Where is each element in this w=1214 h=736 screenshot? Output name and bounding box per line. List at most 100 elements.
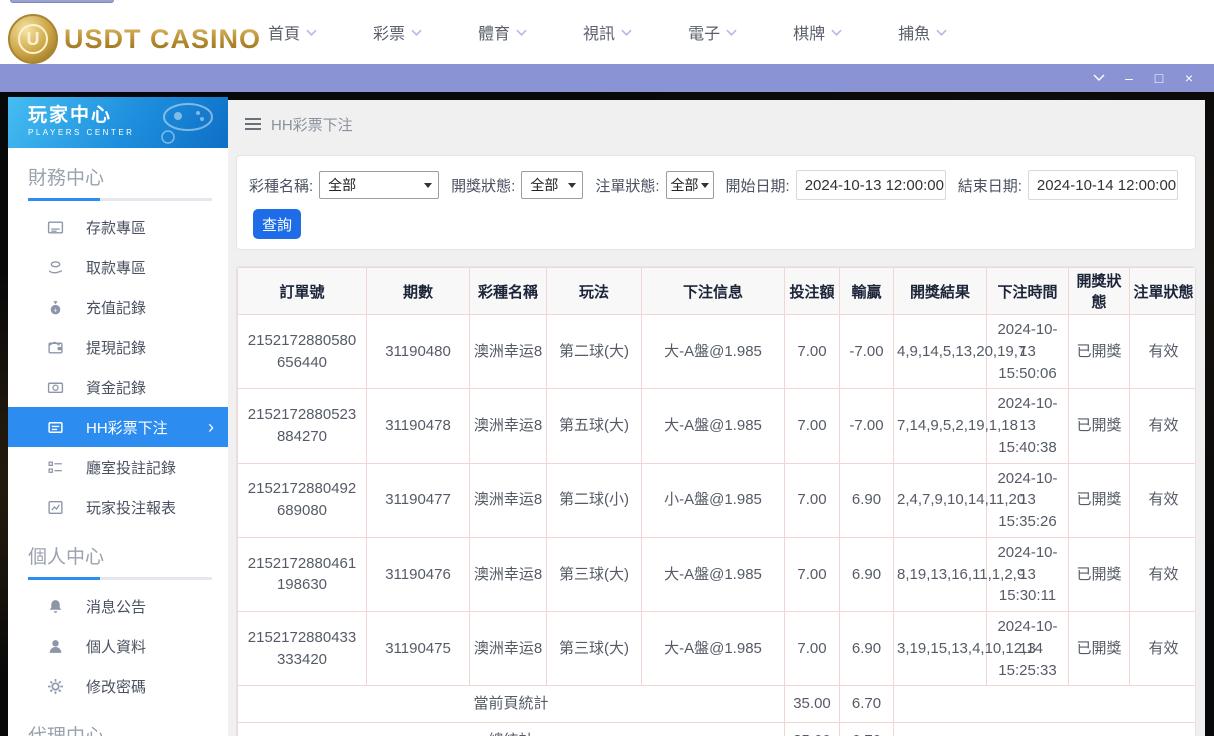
cell-bet: 大-A盤@1.985 <box>642 389 785 463</box>
cell-bet: 大-A盤@1.985 <box>642 537 785 611</box>
cell-play: 第二球(小) <box>547 463 642 537</box>
table-header-row: 訂單號 期數 彩種名稱 玩法 下注信息 投注額 輸贏 開獎結果 下注時間 開獎狀… <box>238 268 1197 315</box>
col-order-status: 注單狀態 <box>1130 268 1197 315</box>
cell-play: 第三球(大) <box>547 612 642 686</box>
sidebar-item-change-password[interactable]: 修改密碼 <box>8 666 228 706</box>
nav-item-lottery[interactable]: 彩票 <box>373 20 422 44</box>
nav-item-label: 彩票 <box>373 20 405 44</box>
nav-item-video[interactable]: 視訊 <box>583 20 632 44</box>
nav-item-board-games[interactable]: 棋牌 <box>793 20 842 44</box>
select-value: 全部 <box>328 175 356 195</box>
bets-table-card: 訂單號 期數 彩種名稱 玩法 下注信息 投注額 輸贏 開獎結果 下注時間 開獎狀… <box>236 266 1196 736</box>
lottery-name-select[interactable]: 全部 <box>319 171 439 199</box>
cell-result: 7,14,9,5,2,19,1,18 <box>894 389 987 463</box>
svg-text:+: + <box>53 307 57 314</box>
cell-result: 4,9,14,5,13,20,19,7 <box>894 315 987 389</box>
cell-period: 31190476 <box>367 537 470 611</box>
cell-bet: 小-A盤@1.985 <box>642 463 785 537</box>
sidebar-item-withdraw[interactable]: 取款專區 <box>8 247 228 287</box>
sidebar-item-notice[interactable]: 消息公告 <box>8 586 228 626</box>
table-row: 2152172880580656440 31190480 澳洲幸运8 第二球(大… <box>238 315 1197 389</box>
cell-lottery: 澳洲幸运8 <box>470 389 547 463</box>
nav-item-sports[interactable]: 體育 <box>478 20 527 44</box>
col-result: 開獎結果 <box>894 268 987 315</box>
person-icon <box>46 637 64 655</box>
col-play: 玩法 <box>547 268 642 315</box>
breadcrumb: HH彩票下注 <box>228 100 1205 148</box>
cell-order-status: 有效 <box>1130 315 1197 389</box>
section-underline <box>28 577 212 580</box>
cell-winloss: 6.90 <box>840 612 894 686</box>
sidebar-item-label: 修改密碼 <box>86 676 146 697</box>
cell-amount: 7.00 <box>785 389 840 463</box>
summary-winloss: 6.70 <box>840 686 894 723</box>
select-value: 全部 <box>530 175 558 195</box>
sidebar-item-deposit[interactable]: 存款專區 <box>8 207 228 247</box>
site-logo[interactable]: U USDT CASINO <box>8 14 261 64</box>
window-titlebar: – □ × <box>0 64 1214 92</box>
cell-order: 2152172880433333420 <box>238 612 367 686</box>
sidebar-item-label: 廳室投註記錄 <box>86 457 176 478</box>
nav-item-label: 電子 <box>688 20 720 44</box>
summary-row-total: 總統計 35.00 6.70 <box>238 723 1197 736</box>
chevron-down-icon <box>516 29 527 36</box>
sidebar-item-recharge-record[interactable]: + 充值記錄 <box>8 287 228 327</box>
col-order: 訂單號 <box>238 268 367 315</box>
summary-empty <box>894 686 1197 723</box>
summary-empty <box>894 723 1197 736</box>
draw-status-select[interactable]: 全部 <box>521 171 583 199</box>
cell-bet: 大-A盤@1.985 <box>642 315 785 389</box>
cell-amount: 7.00 <box>785 315 840 389</box>
sidebar-item-profile[interactable]: 個人資料 <box>8 626 228 666</box>
select-arrow-icon <box>701 183 709 188</box>
start-date-input[interactable]: 2024-10-13 12:00:00 <box>796 170 946 200</box>
select-arrow-icon <box>568 183 576 188</box>
cell-period: 31190480 <box>367 315 470 389</box>
cell-amount: 7.00 <box>785 612 840 686</box>
funds-record-icon <box>46 378 64 396</box>
select-arrow-icon <box>424 183 432 188</box>
nav-item-fishing[interactable]: 捕魚 <box>898 20 947 44</box>
sidebar-item-label: 資金記錄 <box>86 377 146 398</box>
chevron-down-icon <box>621 29 632 36</box>
cell-winloss: -7.00 <box>840 315 894 389</box>
sidebar-item-bet-report[interactable]: 玩家投注報表 <box>8 487 228 527</box>
cell-order: 2152172880461198630 <box>238 537 367 611</box>
chevron-down-icon <box>726 29 737 36</box>
window-dropdown-icon[interactable] <box>1084 66 1114 90</box>
close-icon[interactable]: × <box>1174 66 1204 90</box>
cell-period: 31190477 <box>367 463 470 537</box>
order-status-select[interactable]: 全部 <box>666 171 714 199</box>
query-button[interactable]: 查詢 <box>253 209 301 239</box>
coin-letter: U <box>18 24 48 54</box>
personal-items: 消息公告 個人資料 修改密碼 <box>8 586 228 706</box>
summary-amount: 35.00 <box>785 686 840 723</box>
summary-row-page: 當前頁統計 35.00 6.70 <box>238 686 1197 723</box>
menu-icon[interactable] <box>245 118 261 130</box>
cell-result: 3,19,15,13,4,10,12,14 <box>894 612 987 686</box>
nav-item-electronic[interactable]: 電子 <box>688 20 737 44</box>
players-center-header: 玩家中心 PLAYERS CENTER <box>8 97 228 148</box>
sidebar-item-label: 取款專區 <box>86 257 146 278</box>
chevron-down-icon <box>306 29 317 36</box>
nav-item-home[interactable]: 首頁 <box>268 20 317 44</box>
table-row: 2152172880461198630 31190476 澳洲幸运8 第三球(大… <box>238 537 1197 611</box>
browser-tab-remnant <box>10 0 114 3</box>
sidebar-item-withdrawal-record[interactable]: 提現記錄 <box>8 327 228 367</box>
cell-period: 31190478 <box>367 389 470 463</box>
cell-order: 2152172880492689080 <box>238 463 367 537</box>
cell-winloss: 6.90 <box>840 463 894 537</box>
chevron-right-icon: › <box>208 418 214 436</box>
sidebar-item-funds-record[interactable]: 資金記錄 <box>8 367 228 407</box>
section-title-finance: 財務中心 <box>28 163 212 190</box>
recharge-record-icon: + <box>46 298 64 316</box>
end-date-input[interactable]: 2024-10-14 12:00:00 <box>1028 170 1178 200</box>
maximize-icon[interactable]: □ <box>1144 66 1174 90</box>
sidebar-item-lottery-bet[interactable]: HH彩票下注 › <box>8 407 228 447</box>
minimize-icon[interactable]: – <box>1114 66 1144 90</box>
col-winloss: 輸贏 <box>840 268 894 315</box>
gear-icon <box>46 677 64 695</box>
section-title-personal: 個人中心 <box>28 542 212 569</box>
draw-status-label: 開獎狀態: <box>451 175 515 196</box>
sidebar-item-room-bet-record[interactable]: 廳室投註記錄 <box>8 447 228 487</box>
